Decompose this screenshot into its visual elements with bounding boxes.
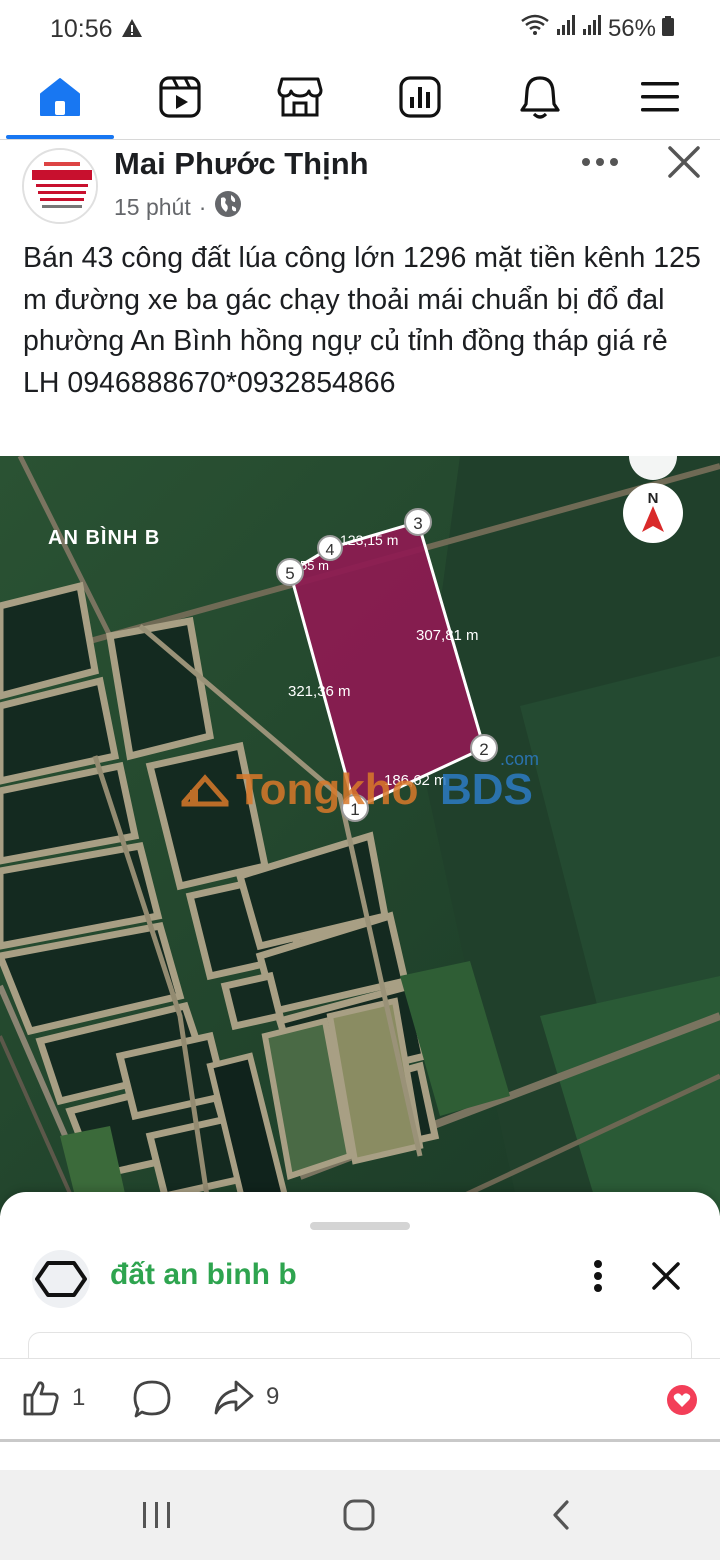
android-nav-bar bbox=[0, 1470, 720, 1560]
svg-text:BDS: BDS bbox=[440, 765, 533, 814]
marker-2: 2 bbox=[470, 734, 498, 762]
post-meta: 15 phút · bbox=[114, 190, 242, 224]
active-tab-indicator bbox=[6, 135, 114, 139]
home-icon bbox=[40, 78, 80, 116]
next-content-peek bbox=[0, 1445, 720, 1471]
more-options-button[interactable] bbox=[578, 144, 622, 180]
svg-text:2: 2 bbox=[479, 740, 488, 759]
home-button[interactable] bbox=[334, 1492, 384, 1538]
share-button[interactable]: 9 bbox=[214, 1379, 279, 1415]
like-button[interactable]: 1 bbox=[22, 1379, 85, 1417]
menu-icon bbox=[641, 82, 679, 112]
nav-dashboard-button[interactable] bbox=[390, 72, 450, 122]
avatar[interactable] bbox=[22, 148, 98, 224]
close-icon bbox=[668, 146, 700, 178]
signal-icon bbox=[556, 14, 576, 43]
comment-button[interactable] bbox=[132, 1379, 172, 1419]
nav-marketplace-button[interactable] bbox=[270, 72, 330, 122]
battery-icon bbox=[662, 15, 674, 43]
svg-text:.com: .com bbox=[500, 749, 539, 769]
back-icon bbox=[553, 1500, 569, 1530]
battery-percent: 56% bbox=[607, 14, 656, 42]
sheet-title[interactable]: đất an binh b bbox=[110, 1258, 297, 1292]
marketplace-icon bbox=[277, 77, 323, 117]
map-image[interactable]: AN BÌNH B 123,15 m 55 m 307,81 m 321,36 … bbox=[0, 456, 720, 1216]
satellite-map: AN BÌNH B 123,15 m 55 m 307,81 m 321,36 … bbox=[0, 456, 720, 1216]
measure-edge-2-3: 307,81 m bbox=[416, 627, 479, 644]
svg-text:N: N bbox=[648, 490, 659, 507]
back-button[interactable] bbox=[536, 1492, 586, 1538]
post-time[interactable]: 15 phút bbox=[114, 194, 191, 221]
close-post-button[interactable] bbox=[662, 140, 706, 184]
nav-video-button[interactable] bbox=[150, 72, 210, 122]
svg-text:4: 4 bbox=[326, 542, 335, 559]
love-reaction-icon[interactable] bbox=[667, 1385, 697, 1415]
kebab-icon bbox=[594, 1260, 602, 1292]
video-icon bbox=[159, 76, 201, 118]
bottom-sheet: đất an binh b bbox=[0, 1192, 720, 1372]
notifications-icon bbox=[520, 76, 560, 119]
signal-icon bbox=[582, 14, 602, 43]
reactions-bar: 1 9 bbox=[0, 1358, 720, 1442]
author-name[interactable]: Mai Phước Thịnh bbox=[114, 146, 369, 182]
top-nav bbox=[0, 58, 720, 140]
status-bar: 10:56 56% bbox=[0, 0, 720, 58]
dashboard-icon bbox=[399, 76, 441, 118]
measure-edge-4-5: 55 m bbox=[300, 558, 329, 573]
nav-notifications-button[interactable] bbox=[510, 72, 570, 122]
like-icon bbox=[23, 1381, 59, 1416]
facebook-post-screen: 10:56 56% Mai Phước Thịnh 15 phút · Bán … bbox=[0, 0, 720, 1560]
place-hexagon-icon bbox=[32, 1250, 90, 1308]
nav-menu-button[interactable] bbox=[630, 72, 690, 122]
close-icon bbox=[652, 1262, 680, 1290]
svg-text:Tongkho: Tongkho bbox=[236, 765, 418, 814]
status-icons: 56% bbox=[520, 14, 674, 43]
sheet-close-button[interactable] bbox=[646, 1256, 686, 1296]
svg-text:3: 3 bbox=[413, 514, 422, 533]
share-count: 9 bbox=[266, 1383, 280, 1410]
marker-4: 4 bbox=[317, 535, 343, 561]
marker-5: 5 bbox=[276, 558, 304, 586]
more-icon bbox=[582, 158, 618, 166]
meta-separator: · bbox=[198, 193, 207, 220]
post-header: Mai Phước Thịnh 15 phút · bbox=[0, 140, 720, 232]
area-label: AN BÌNH B bbox=[48, 526, 160, 549]
recents-icon bbox=[143, 1502, 170, 1528]
warning-icon bbox=[121, 17, 143, 44]
marker-3: 3 bbox=[404, 508, 432, 536]
recent-apps-button[interactable] bbox=[132, 1492, 182, 1538]
globe-icon bbox=[214, 190, 242, 224]
status-time: 10:56 bbox=[50, 15, 113, 43]
post-text: Bán 43 công đất lúa công lớn 1296 mặt ti… bbox=[23, 242, 701, 399]
home-circle-icon bbox=[343, 1499, 375, 1531]
nav-home-button[interactable] bbox=[30, 72, 90, 122]
sheet-more-button[interactable] bbox=[582, 1254, 614, 1298]
svg-text:5: 5 bbox=[285, 564, 294, 583]
comment-icon bbox=[133, 1380, 171, 1418]
sheet-drag-handle[interactable] bbox=[310, 1222, 410, 1230]
wifi-icon bbox=[520, 14, 550, 43]
measure-edge-3-4: 123,15 m bbox=[340, 532, 398, 548]
measure-edge-5-1: 321,36 m bbox=[288, 683, 351, 700]
share-icon bbox=[214, 1380, 254, 1415]
like-count: 1 bbox=[72, 1384, 86, 1411]
